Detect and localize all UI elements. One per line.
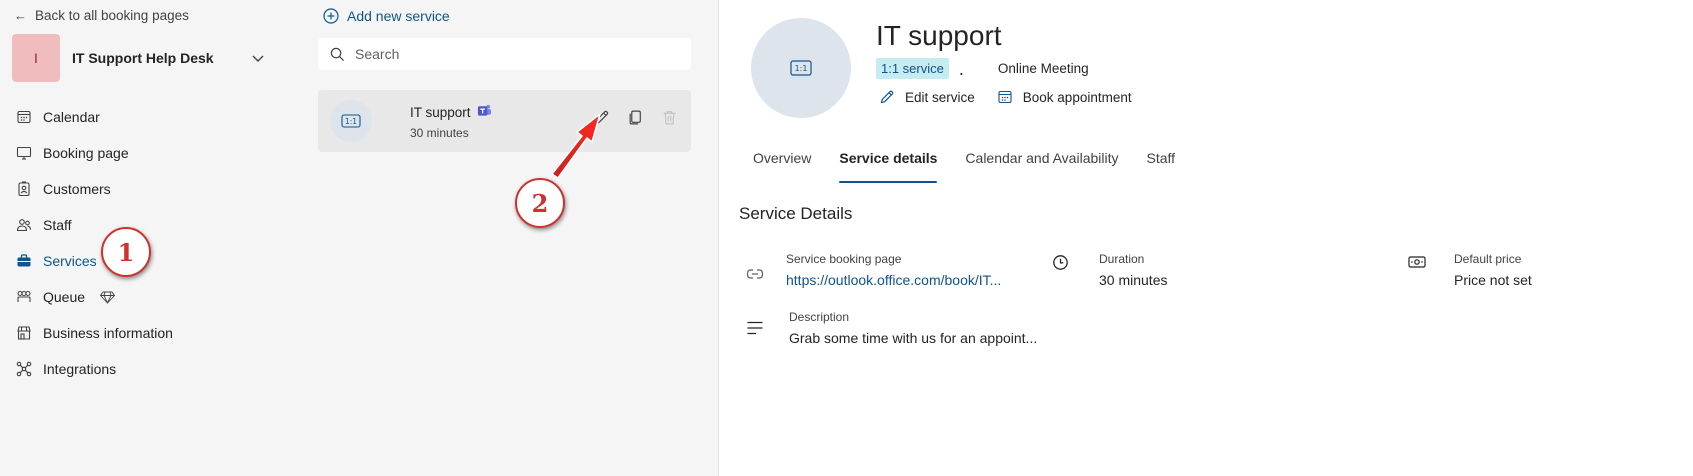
nav-item-label: Services	[43, 253, 97, 269]
building-shop-icon	[14, 323, 34, 343]
search-input[interactable]	[355, 46, 655, 62]
nav-item-booking-page[interactable]: Booking page	[14, 135, 284, 171]
copy-icon[interactable]	[625, 107, 645, 127]
back-to-booking-pages-link[interactable]: ← Back to all booking pages	[14, 5, 189, 25]
monitor-icon	[14, 143, 34, 163]
book-appointment-button[interactable]: Book appointment	[997, 89, 1132, 105]
diamond-icon	[100, 291, 116, 304]
service-meta: 1:1 service . Online Meeting	[876, 58, 1089, 79]
field-duration: Duration 30 minutes	[1050, 252, 1167, 288]
booking-page-name: IT Support Help Desk	[72, 50, 214, 66]
calendar-icon	[998, 90, 1012, 104]
field-label: Default price	[1454, 252, 1522, 266]
booking-page-link[interactable]: https://outlook.office.com/book/IT...	[786, 272, 1001, 288]
nav-item-label: Booking page	[43, 145, 129, 161]
description-value: Grab some time with us for an appoint...	[789, 330, 1038, 346]
money-icon	[1407, 252, 1427, 272]
services-list-panel: Add new service 1:1 IT support 30 minute…	[293, 0, 719, 476]
service-list-item[interactable]: 1:1 IT support 30 minutes	[318, 90, 691, 152]
clock-icon	[1050, 252, 1070, 272]
search-icon	[330, 47, 345, 61]
service-item-name: IT support	[410, 103, 492, 121]
search-box	[318, 38, 691, 70]
nav-item-label: Staff	[43, 217, 72, 233]
nav-item-label: Queue	[43, 289, 86, 305]
step-2-callout: 2	[515, 178, 565, 228]
add-new-service-button[interactable]: Add new service	[323, 6, 450, 26]
booking-page-selector[interactable]: I IT Support Help Desk	[12, 34, 280, 82]
service-icon-text: 1:1	[345, 117, 357, 126]
edit-service-label: Edit service	[905, 89, 975, 105]
nav-item-label: Calendar	[43, 109, 100, 125]
link-icon	[745, 264, 765, 284]
briefcase-icon	[14, 251, 34, 271]
annotation-arrow	[551, 113, 601, 179]
nav-item-calendar[interactable]: Calendar	[14, 99, 284, 135]
service-large-icon: 1:1	[751, 18, 851, 118]
text-align-left-icon	[745, 318, 765, 338]
nav-item-label: Integrations	[43, 361, 117, 377]
nav-item-customers[interactable]: Customers	[14, 171, 284, 207]
delete-icon[interactable]	[659, 107, 679, 127]
calendar-icon	[14, 107, 34, 127]
nav-item-integrations[interactable]: Integrations	[14, 351, 284, 387]
price-value: Price not set	[1454, 272, 1532, 288]
field-service-booking-page: Service booking page https://outlook.off…	[745, 252, 1001, 288]
meeting-type: Online Meeting	[997, 61, 1089, 76]
contact-card-icon	[14, 179, 34, 199]
service-icon: 1:1	[330, 100, 372, 142]
service-type-badge: 1:1 service	[876, 58, 949, 79]
meta-separator: .	[958, 58, 964, 79]
field-description: Description Grab some time with us for a…	[745, 310, 1037, 346]
field-label: Duration	[1099, 252, 1145, 266]
service-item-title: IT support	[410, 104, 471, 120]
people-queue-icon	[14, 287, 34, 307]
nav-item-business-information[interactable]: Business information	[14, 315, 284, 351]
section-title: Service Details	[739, 204, 853, 223]
chevron-down-icon	[252, 55, 264, 62]
duration-value: 30 minutes	[1099, 272, 1168, 288]
detail-tabs: Overview Service details Calendar and Av…	[749, 150, 1189, 183]
nav-item-label: Business information	[43, 325, 173, 341]
field-label: Service booking page	[786, 252, 902, 266]
connections-icon	[14, 359, 34, 379]
nav-item-label: Customers	[43, 181, 111, 197]
edit-service-button[interactable]: Edit service	[879, 89, 975, 105]
add-new-service-label: Add new service	[347, 8, 450, 24]
service-large-icon-text: 1:1	[795, 64, 808, 73]
nav-item-queue[interactable]: Queue	[14, 279, 284, 315]
teams-icon	[477, 103, 492, 121]
booking-page-avatar: I	[12, 34, 60, 82]
tab-overview[interactable]: Overview	[749, 150, 825, 183]
step-1-callout: 1	[101, 227, 151, 277]
service-title: IT support	[876, 20, 1002, 51]
back-link-label: Back to all booking pages	[35, 7, 189, 23]
field-default-price: Default price Price not set	[1407, 252, 1532, 288]
service-actions: Edit service Book appointment	[879, 89, 1132, 105]
back-arrow-icon: ←	[14, 7, 27, 23]
service-item-duration: 30 minutes	[410, 126, 469, 140]
tab-service-details[interactable]: Service details	[825, 150, 951, 183]
pencil-icon	[880, 90, 894, 104]
add-circle-icon	[323, 8, 339, 24]
tab-staff[interactable]: Staff	[1133, 150, 1190, 183]
field-label: Description	[789, 310, 850, 324]
book-appointment-label: Book appointment	[1022, 89, 1132, 105]
people-icon	[14, 215, 34, 235]
service-detail-panel: 1:1 IT support 1:1 service . Online Meet…	[719, 0, 1693, 476]
nav-item-staff[interactable]: Staff	[14, 207, 284, 243]
tab-calendar-and-availability[interactable]: Calendar and Availability	[951, 150, 1132, 183]
